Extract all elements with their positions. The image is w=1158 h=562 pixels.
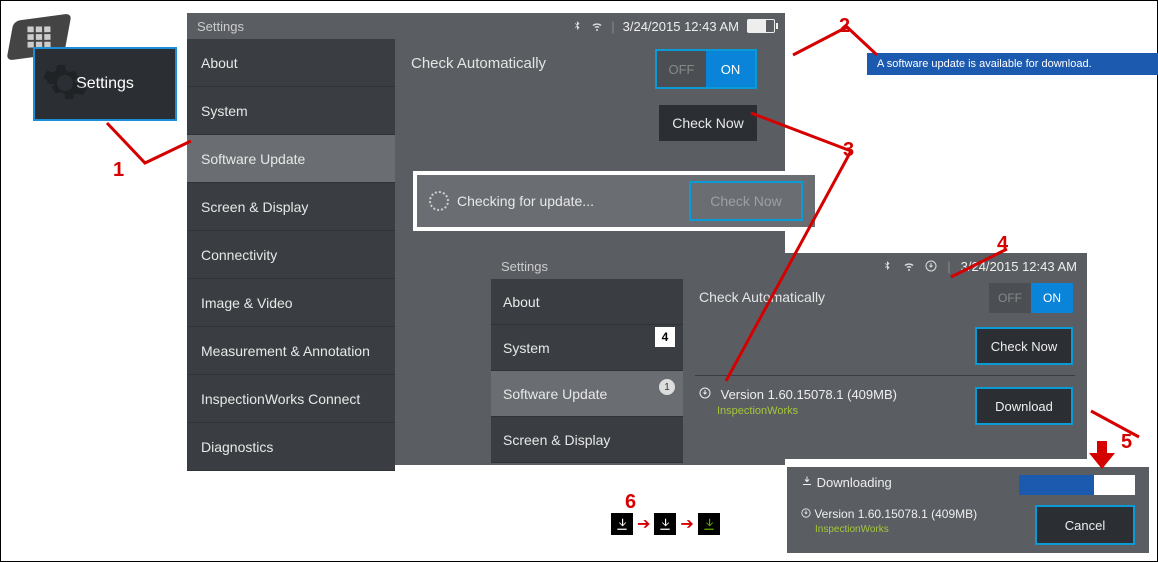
sidebar-item-inspectionworks[interactable]: InspectionWorks Connect <box>187 375 395 423</box>
arrow-5 <box>1089 409 1149 443</box>
toggle-off[interactable]: OFF <box>657 51 706 87</box>
sidebar-item-image-video[interactable]: Image & Video <box>187 279 395 327</box>
sidebar-item-software-update[interactable]: Software Update <box>187 135 395 183</box>
status-area: | 3/24/2015 12:43 AM <box>881 259 1077 274</box>
check-auto-toggle[interactable]: OFF ON <box>989 283 1073 313</box>
apps-grid-icon <box>27 26 50 47</box>
cancel-button[interactable]: Cancel <box>1035 505 1135 545</box>
sidebar-item-diagnostics[interactable]: Diagnostics <box>187 423 395 471</box>
sidebar-item-system[interactable]: System <box>187 87 395 135</box>
download-icon <box>699 387 711 402</box>
callout-badge-4: 4 <box>655 327 675 347</box>
bluetooth-icon <box>571 20 583 32</box>
sidebar-item-about[interactable]: About <box>187 39 395 87</box>
sidebar: About System Software Update Screen & Di… <box>187 39 395 465</box>
version-sub: InspectionWorks <box>717 405 798 417</box>
update-notification[interactable]: A software update is available for downl… <box>867 53 1158 75</box>
app-title: Settings <box>197 19 244 34</box>
datetime: 3/24/2015 12:43 AM <box>623 19 739 34</box>
sidebar-item-screen-display[interactable]: Screen & Display <box>491 417 683 463</box>
downloading-panel: Downloading Version 1.60.15078.1 (409MB)… <box>787 467 1149 553</box>
titlebar: Settings | 3/24/2015 12:43 AM <box>491 253 1087 279</box>
down-arrow-icon <box>1089 441 1115 469</box>
sidebar-item-connectivity[interactable]: Connectivity <box>187 231 395 279</box>
toggle-on[interactable]: ON <box>1031 283 1073 313</box>
sidebar-item-screen-display[interactable]: Screen & Display <box>187 183 395 231</box>
download-complete-icon <box>698 513 720 535</box>
version-text: Version 1.60.15078.1 (409MB) <box>721 387 897 402</box>
app-title: Settings <box>501 259 548 274</box>
check-auto-label: Check Automatically <box>411 55 546 72</box>
check-auto-label: Check Automatically <box>699 289 825 305</box>
arrow-right-icon: ➔ <box>637 514 650 534</box>
divider <box>695 375 1075 376</box>
spinner-icon <box>429 191 449 211</box>
settings-window-b: Settings | 3/24/2015 12:43 AM About Syst… <box>491 253 1087 459</box>
check-now-button-disabled: Check Now <box>689 181 803 221</box>
callout-3: 3 <box>843 139 854 162</box>
update-count-badge: 1 <box>659 379 675 395</box>
step6-icons: ➔ ➔ <box>611 513 720 535</box>
gear-icon <box>41 59 89 107</box>
status-area: | 3/24/2015 12:43 AM <box>571 19 775 34</box>
content-area: Check Automatically OFF ON Check Now Ver… <box>683 279 1087 459</box>
version-text: Version 1.60.15078.1 (409MB) <box>814 507 977 521</box>
downloading-label: Downloading <box>817 475 892 490</box>
callout-5: 5 <box>1121 431 1132 454</box>
wifi-icon <box>903 260 915 272</box>
bluetooth-icon <box>881 260 893 272</box>
download-step-icon <box>654 513 676 535</box>
download-icon <box>801 475 813 487</box>
callout-4: 4 <box>997 233 1008 256</box>
battery-icon <box>747 19 775 33</box>
check-now-button[interactable]: Check Now <box>975 327 1073 365</box>
version-sub: InspectionWorks <box>815 524 889 535</box>
sidebar-item-software-update[interactable]: Software Update <box>491 371 683 417</box>
progress-bar <box>1019 475 1135 495</box>
sidebar-item-about[interactable]: About <box>491 279 683 325</box>
sidebar: About System Software Update Screen & Di… <box>491 279 683 459</box>
callout-2: 2 <box>839 15 850 38</box>
titlebar: Settings | 3/24/2015 12:43 AM <box>187 13 785 39</box>
check-auto-toggle[interactable]: OFF ON <box>655 49 757 89</box>
toggle-on[interactable]: ON <box>706 51 755 87</box>
toggle-off[interactable]: OFF <box>989 283 1031 313</box>
download-available-icon <box>925 260 937 272</box>
callout-6: 6 <box>625 491 636 514</box>
download-step-icon <box>611 513 633 535</box>
callout-1: 1 <box>113 159 124 182</box>
settings-tile[interactable]: Settings <box>33 47 177 121</box>
check-now-button[interactable]: Check Now <box>659 105 757 141</box>
wifi-icon <box>591 20 603 32</box>
sidebar-item-measurement[interactable]: Measurement & Annotation <box>187 327 395 375</box>
version-row: Version 1.60.15078.1 (409MB) InspectionW… <box>699 387 897 417</box>
download-button[interactable]: Download <box>975 387 1073 425</box>
download-icon <box>801 508 811 518</box>
arrow-right-icon: ➔ <box>680 514 693 534</box>
checking-text: Checking for update... <box>457 193 594 209</box>
checking-panel: Checking for update... Check Now <box>413 171 819 231</box>
datetime: 3/24/2015 12:43 AM <box>961 259 1077 274</box>
